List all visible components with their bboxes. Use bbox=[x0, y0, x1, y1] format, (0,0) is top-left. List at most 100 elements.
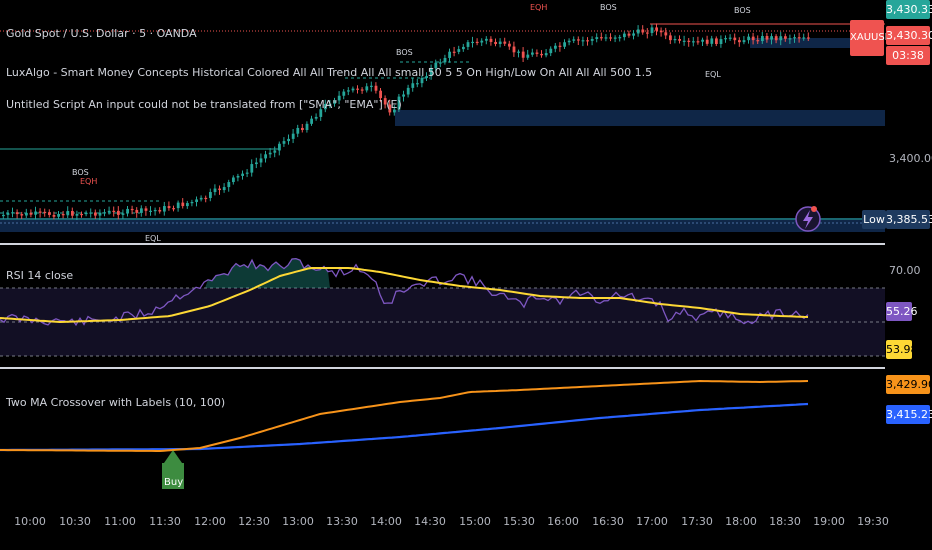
candle bbox=[517, 51, 520, 53]
candle bbox=[52, 214, 56, 217]
script-error-legend[interactable]: Untitled Script An input could not be tr… bbox=[6, 98, 402, 111]
time-axis-label: 13:30 bbox=[326, 515, 358, 528]
smc-label: EQH bbox=[80, 177, 98, 186]
candle bbox=[172, 208, 175, 210]
candle bbox=[241, 173, 244, 176]
candle bbox=[291, 133, 295, 139]
candle bbox=[11, 212, 14, 214]
candle bbox=[140, 208, 143, 213]
candle bbox=[581, 40, 585, 42]
candle bbox=[682, 40, 686, 42]
symbol-legend[interactable]: Gold Spot / U.S. Dollar · 5 · OANDA bbox=[6, 27, 197, 40]
candle bbox=[650, 27, 654, 33]
candle bbox=[43, 211, 47, 214]
candle bbox=[48, 212, 51, 215]
candle bbox=[107, 210, 111, 213]
candle bbox=[351, 88, 355, 91]
candle bbox=[448, 51, 451, 58]
countdown-tag: 03:38 bbox=[886, 46, 930, 65]
candle bbox=[439, 62, 442, 64]
candle bbox=[222, 187, 226, 191]
ma-legend[interactable]: Two MA Crossover with Labels (10, 100) bbox=[6, 396, 225, 409]
ma-fast-line bbox=[0, 379, 809, 452]
symbol-tag: XAUUSD bbox=[850, 20, 892, 56]
candle bbox=[669, 35, 672, 41]
rsi-ma-value-tag: 53.98 bbox=[886, 340, 918, 359]
candle bbox=[586, 40, 589, 42]
candle bbox=[305, 123, 309, 131]
candle bbox=[163, 206, 166, 212]
candle bbox=[443, 57, 447, 63]
candle bbox=[310, 118, 313, 124]
candle bbox=[457, 49, 461, 52]
candle bbox=[774, 36, 778, 41]
candle bbox=[659, 30, 663, 33]
candle bbox=[701, 39, 704, 42]
time-axis-label: 19:00 bbox=[813, 515, 845, 528]
candle bbox=[227, 182, 231, 188]
candle bbox=[218, 188, 221, 191]
candle bbox=[71, 211, 74, 216]
candle bbox=[255, 162, 258, 165]
candle bbox=[480, 40, 484, 43]
candle bbox=[508, 43, 511, 47]
candle bbox=[462, 46, 465, 50]
candle bbox=[494, 41, 497, 45]
candle bbox=[314, 116, 318, 119]
candle bbox=[186, 203, 189, 207]
time-axis-label: 11:00 bbox=[104, 515, 136, 528]
candle bbox=[544, 53, 548, 56]
smc-indicator-legend[interactable]: LuxAlgo - Smart Money Concepts Historica… bbox=[6, 66, 652, 79]
candle bbox=[613, 37, 617, 39]
smc-label: BOS bbox=[600, 3, 617, 12]
time-axis-label: 12:00 bbox=[194, 515, 226, 528]
candle bbox=[416, 83, 419, 85]
candle bbox=[618, 37, 622, 39]
candle bbox=[452, 51, 456, 53]
time-axis-label: 12:30 bbox=[238, 515, 270, 528]
candle bbox=[130, 208, 134, 211]
rsi-axis-label: 70.00 bbox=[889, 264, 921, 277]
candle bbox=[356, 88, 359, 90]
candle bbox=[765, 36, 769, 40]
candle bbox=[98, 212, 102, 216]
smc-label: EQL bbox=[705, 70, 721, 79]
candle bbox=[779, 36, 783, 41]
candle bbox=[724, 38, 727, 40]
candle bbox=[563, 42, 566, 47]
candle bbox=[595, 37, 599, 40]
candle bbox=[692, 41, 695, 43]
time-axis-label: 17:30 bbox=[681, 515, 713, 528]
candle bbox=[236, 175, 240, 178]
candle bbox=[742, 40, 746, 43]
candle bbox=[25, 212, 28, 216]
candle bbox=[521, 51, 525, 58]
candle bbox=[503, 41, 507, 44]
price-axis-label: 3,400.000 bbox=[889, 152, 932, 165]
candle bbox=[167, 206, 171, 209]
candle bbox=[195, 199, 198, 202]
candle bbox=[121, 213, 125, 215]
candle bbox=[342, 91, 346, 96]
smc-label: EQL bbox=[145, 234, 161, 243]
buy-signal-label: Buy bbox=[164, 477, 184, 488]
candle bbox=[549, 48, 553, 54]
chart-canvas[interactable] bbox=[0, 0, 932, 550]
candle bbox=[761, 36, 764, 42]
candle bbox=[287, 138, 290, 142]
candle bbox=[540, 53, 543, 56]
rsi-legend[interactable]: RSI 14 close bbox=[6, 269, 73, 282]
candle bbox=[572, 39, 576, 41]
candle bbox=[641, 29, 645, 33]
candle bbox=[646, 32, 649, 34]
candle bbox=[554, 45, 557, 49]
low-label-tag: Low bbox=[862, 210, 886, 229]
candle bbox=[282, 141, 286, 144]
time-axis-label: 11:30 bbox=[149, 515, 181, 528]
candle bbox=[475, 41, 479, 44]
time-axis-label: 18:00 bbox=[725, 515, 757, 528]
candle bbox=[489, 38, 493, 42]
candle bbox=[89, 212, 93, 214]
candle bbox=[797, 37, 801, 39]
candle bbox=[627, 33, 631, 36]
